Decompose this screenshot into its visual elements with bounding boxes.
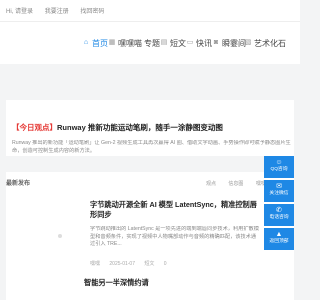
featured-title-text: Runway 推新功能运动笔刷，随手一涂静图变动图: [57, 123, 223, 132]
register-link[interactable]: 我要注册: [45, 9, 69, 15]
home-icon: ⌂: [83, 39, 89, 46]
featured-title[interactable]: 【今日观点】Runway 推新功能运动笔刷，随手一涂静图变动图: [12, 122, 223, 133]
tab-infographic[interactable]: 信息图: [228, 181, 243, 187]
recover-password-link[interactable]: 找回密码: [80, 9, 104, 15]
qq-consult-button[interactable]: ☺ QQ咨询: [264, 156, 294, 178]
article-author[interactable]: 嘿嘿: [90, 261, 100, 267]
follow-wechat-button[interactable]: ✉ 关注微信: [264, 180, 294, 202]
phone-icon: ✆: [276, 207, 282, 214]
article-category[interactable]: 短文: [144, 261, 154, 267]
phone-consult-button[interactable]: ✆ 电话咨询: [264, 204, 294, 226]
back-to-top-button[interactable]: ▲ 返回顶部: [264, 228, 294, 250]
nav-item-art-fossils[interactable]: ▧ 艺术化石: [244, 36, 286, 50]
article-title[interactable]: 字节跳动开源全新 AI 模型 LatentSync，精准控制唇形同步: [90, 200, 260, 220]
account-links: Hi, 请登录 我要注册 找回密码: [6, 6, 114, 15]
top-bar: Hi, 请登录 我要注册 找回密码: [0, 0, 300, 22]
nav-item-label: 首页: [92, 38, 108, 48]
article-date: 2025-01-07: [109, 261, 135, 267]
nav-item-home[interactable]: ⌂ 首页: [82, 36, 108, 50]
login-link[interactable]: Hi, 请登录: [6, 9, 33, 15]
crosshair-icon: ⊕: [135, 39, 141, 46]
image-icon: ▧: [244, 39, 252, 46]
arrow-up-icon: ▲: [275, 231, 283, 238]
tab-opinion[interactable]: 观点: [206, 181, 216, 187]
camera-icon: ◙: [213, 39, 219, 46]
nav-item-short-articles[interactable]: ▤ 短文: [160, 36, 186, 50]
featured-opinion[interactable]: 【今日观点】Runway 推新功能运动笔刷，随手一涂静图变动图 Runway 推…: [6, 100, 294, 156]
chat-icon: ▭: [186, 39, 194, 46]
featured-description: Runway 推出的新功能「运动笔刷」让 Gen-2 视频生成工具再次赢得 AI…: [12, 140, 291, 154]
main-nav: ⌂ 首页 ▦ 嘿嘿喵 ⊕ 专题 ▤ 短文 ▭ 快讯 ◙ 瞬霎间 ▧ 艺术化石: [0, 22, 300, 64]
grid-icon: ▦: [108, 39, 116, 46]
nav-item-label: 专题: [144, 38, 160, 48]
article-views: 0: [163, 261, 167, 267]
qq-icon: ☺: [275, 159, 283, 166]
opinion-tag: 【今日观点】: [12, 123, 57, 132]
latest-section: 最新发布 观点 信息图 嘿嘿喵 字节跳动开源全新 AI 模型 LatentSyn…: [6, 172, 294, 300]
nav-item-topics[interactable]: ⊕ 专题: [134, 36, 160, 50]
nav-item-label: 瞬霎间: [222, 38, 246, 48]
nav-item-label: 快讯: [196, 38, 212, 48]
article-meta: 嘿嘿 2025-01-07 短文 0: [90, 260, 175, 267]
document-icon: ▤: [160, 39, 168, 46]
latest-header: 最新发布 观点 信息图 嘿嘿喵: [6, 172, 294, 188]
wechat-icon: ✉: [276, 183, 282, 190]
sidebar-label: 返回顶部: [269, 239, 289, 244]
latest-label: 最新发布: [6, 181, 31, 187]
article-title[interactable]: 智能另一半深情约请: [84, 278, 149, 288]
nav-item-news-flash[interactable]: ▭ 快讯: [186, 36, 212, 50]
sidebar-label: 关注微信: [269, 191, 289, 196]
floating-sidebar: ☺ QQ咨询 ✉ 关注微信 ✆ 电话咨询 ▲ 返回顶部: [264, 156, 294, 252]
nav-item-label: 艺术化石: [254, 38, 286, 48]
nav-item-label: 短文: [170, 38, 186, 48]
article-excerpt: 字节跳动推出的 LatentSync 是一项先进的端到端唇同步技术，利用扩散模型…: [90, 226, 259, 247]
sidebar-label: QQ咨询: [270, 167, 288, 172]
nav-item-moments[interactable]: ◙ 瞬霎间: [212, 36, 246, 50]
sidebar-label: 电话咨询: [269, 215, 289, 220]
article-thumbnail[interactable]: [8, 198, 72, 268]
article-card[interactable]: 字节跳动开源全新 AI 模型 LatentSync，精准控制唇形同步 字节跳动推…: [6, 194, 294, 272]
